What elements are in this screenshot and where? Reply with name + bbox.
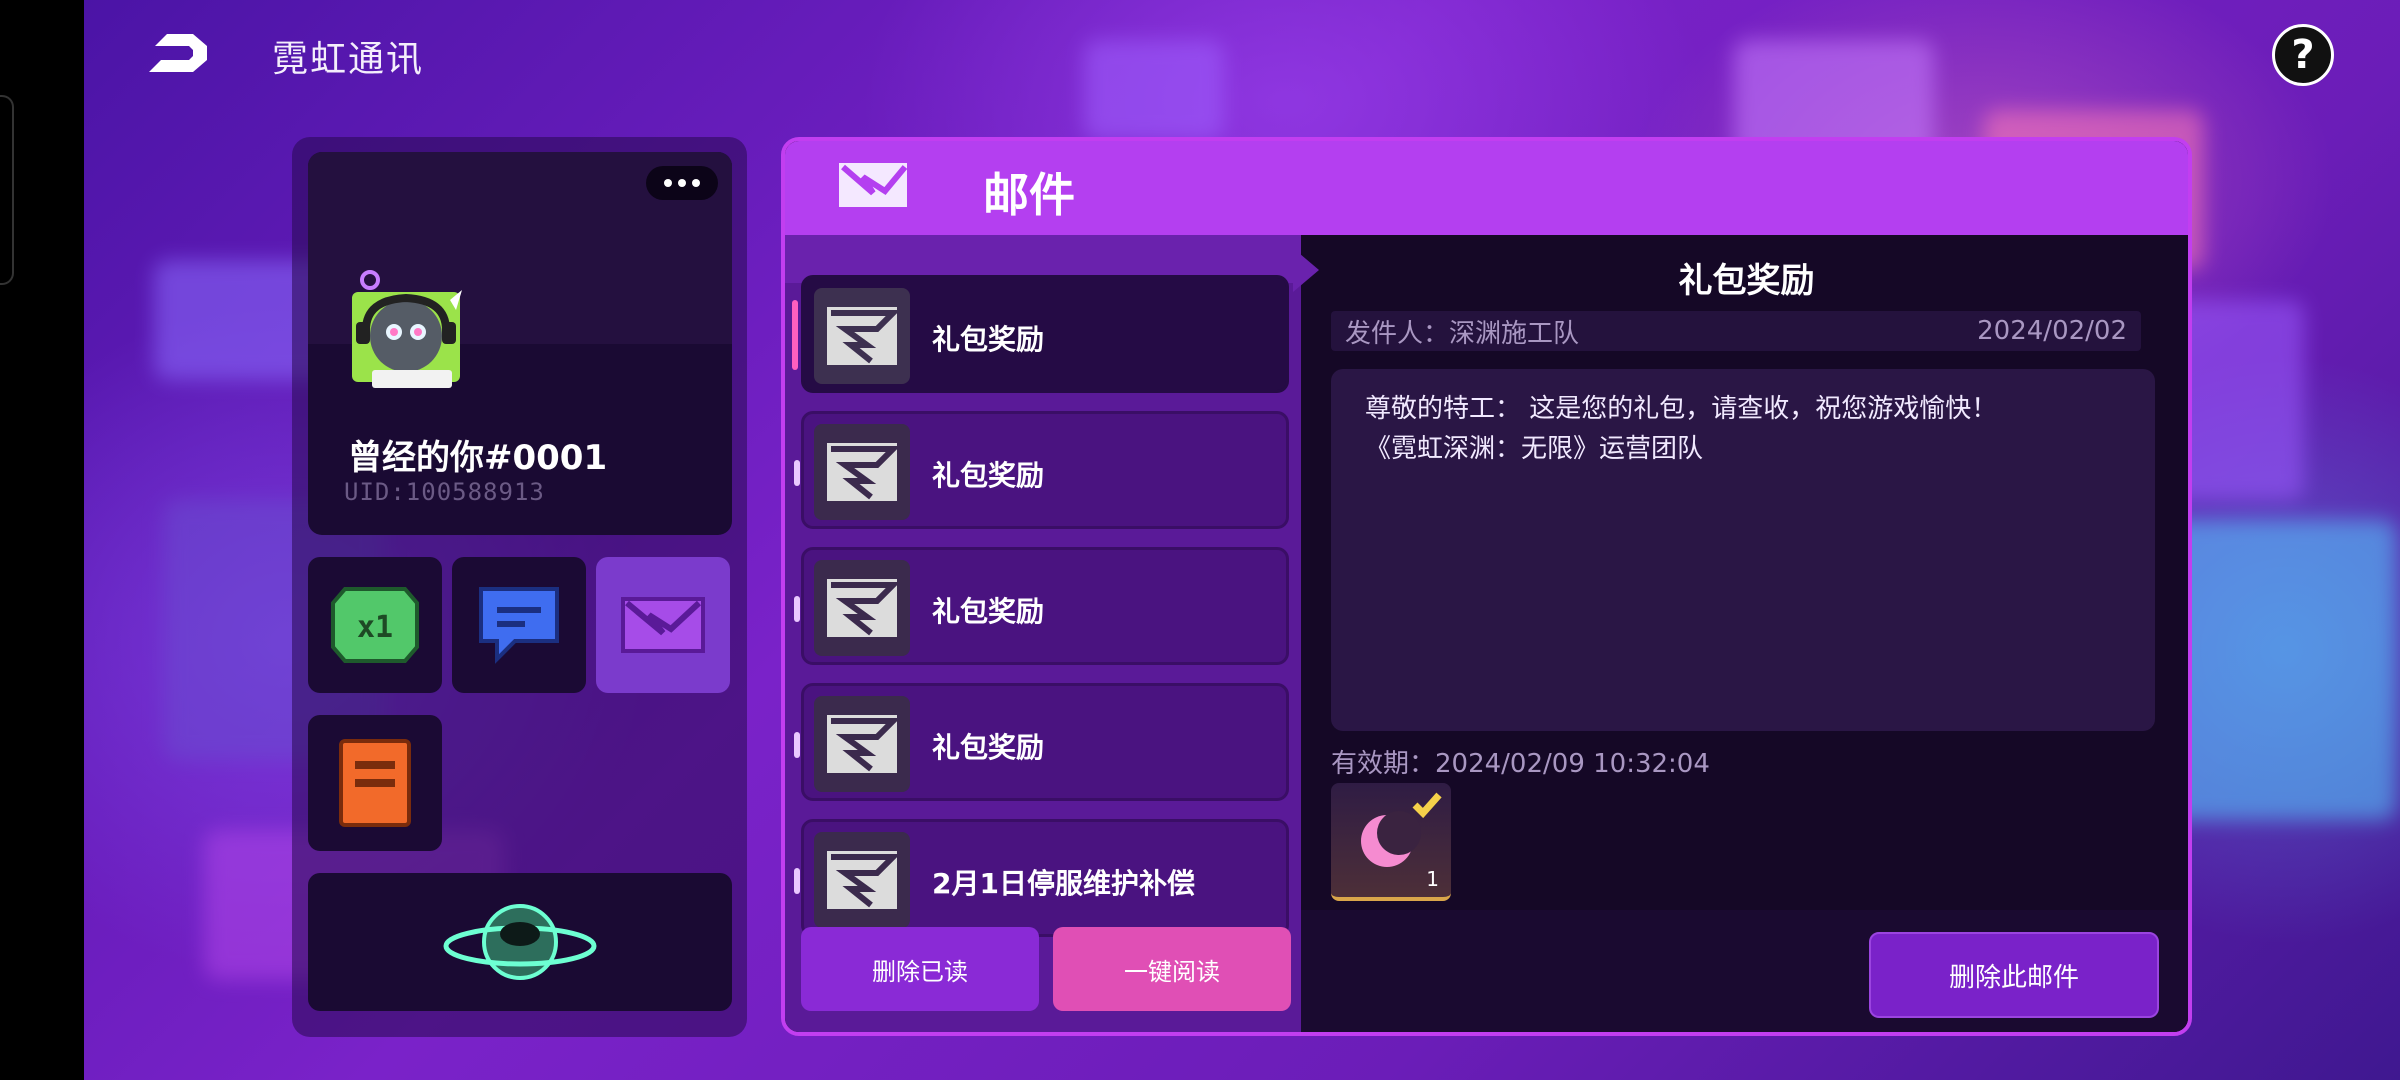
help-button[interactable]: ?: [2272, 24, 2334, 86]
envelope-icon: [827, 715, 901, 773]
mail-detail-footer: 删除此邮件: [1301, 910, 2188, 1032]
back-button[interactable]: [145, 30, 211, 76]
mail-list[interactable]: 礼包奖励 礼包奖励 礼包奖励 礼包奖励 2月1日停服维护补偿: [785, 235, 1301, 1036]
delete-read-button[interactable]: 删除已读: [801, 927, 1039, 1011]
mail-list-item[interactable]: 2月1日停服维护补偿: [794, 819, 1289, 937]
selected-marker: [792, 300, 798, 370]
device-edge: [0, 95, 14, 285]
read-all-button[interactable]: 一键阅读: [1053, 927, 1291, 1011]
mail-detail: 礼包奖励 发件人：深渊施工队 2024/02/02 尊敬的特工： 这是您的礼包，…: [1301, 235, 2188, 1032]
back-arrow-icon: [149, 34, 207, 72]
mail-icon: [621, 597, 705, 653]
svg-text:x1: x1: [357, 610, 393, 645]
selection-pointer: [1293, 248, 1319, 292]
mail-body-line: 尊敬的特工： 这是您的礼包，请查收，祝您游戏愉快！: [1365, 394, 1998, 424]
avatar[interactable]: [342, 270, 470, 398]
more-options-button[interactable]: [646, 166, 718, 200]
mail-item-label: 礼包奖励: [932, 731, 1045, 764]
profile-card[interactable]: 曾经的你#0001 UID:100588913: [308, 152, 732, 535]
background-blur: [1084, 40, 1224, 140]
planet-card[interactable]: [308, 873, 732, 1011]
mail-logo-icon: [839, 163, 908, 207]
mail-detail-title: 礼包奖励: [1678, 261, 1815, 301]
app-tile-mail[interactable]: [596, 557, 730, 693]
game-controller-icon: x1: [331, 587, 419, 663]
app-tile-game[interactable]: x1: [308, 557, 442, 693]
mail-thumbnail: [814, 696, 910, 792]
envelope-icon: [827, 307, 901, 365]
mail-date: 2024/02/02: [1977, 316, 2127, 346]
delete-mail-button[interactable]: 删除此邮件: [1869, 932, 2159, 1018]
mail-header: 邮件: [785, 141, 2188, 235]
mail-body-line: 《霓虹深渊：无限》运营团队: [1365, 434, 1704, 464]
mail-sender: 发件人：深渊施工队: [1345, 318, 1580, 349]
notebook-icon: [339, 739, 411, 827]
mail-expiry: 有效期：2024/02/09 10:32:04: [1331, 749, 1710, 779]
item-marker: [794, 460, 800, 486]
mail-item-label: 礼包奖励: [932, 595, 1045, 628]
mail-item-label: 2月1日停服维护补偿: [932, 867, 1195, 900]
mail-list-item[interactable]: 礼包奖励: [794, 411, 1289, 529]
sender-bar: 发件人：深渊施工队 2024/02/02: [1331, 311, 2141, 351]
mail-list-item[interactable]: 礼包奖励: [794, 683, 1289, 801]
mail-list-footer: [785, 1033, 1301, 1036]
mail-item-label: 礼包奖励: [932, 459, 1045, 492]
page-title: 霓虹通讯: [272, 39, 425, 80]
app-tile-notebook[interactable]: [308, 715, 442, 851]
mail-item-label: 礼包奖励: [932, 323, 1045, 356]
mail-header-title: 邮件: [983, 168, 1075, 222]
reward-item[interactable]: 1: [1331, 783, 1451, 901]
reward-count: 1: [1426, 867, 1439, 891]
item-marker: [794, 596, 800, 622]
background-blur: [2164, 520, 2396, 820]
envelope-icon: [827, 579, 901, 637]
envelope-icon: [827, 443, 901, 501]
mail-list-item[interactable]: 礼包奖励: [792, 275, 1289, 393]
mail-thumbnail: [814, 288, 910, 384]
app-tile-chat[interactable]: [452, 557, 586, 693]
question-icon: ?: [2291, 32, 2315, 78]
mail-thumbnail: [814, 832, 910, 928]
mail-list-item[interactable]: 礼包奖励: [794, 547, 1289, 665]
mail-thumbnail: [814, 560, 910, 656]
player-uid: UID:100588913: [344, 478, 545, 506]
mail-thumbnail: [814, 424, 910, 520]
chat-bubble-icon: [479, 587, 559, 664]
player-nickname: 曾经的你#0001: [348, 438, 608, 478]
envelope-icon: [827, 851, 901, 909]
planet-icon: [443, 904, 597, 980]
mail-window: 邮件 礼包奖励 礼包奖励 礼包奖励 礼包奖励 2月1日停服维护补偿 删除已读 一…: [781, 137, 2192, 1036]
item-marker: [794, 732, 800, 758]
mail-body: 尊敬的特工： 这是您的礼包，请查收，祝您游戏愉快！ 《霓虹深渊：无限》运营团队: [1331, 369, 2155, 731]
item-marker: [794, 868, 800, 894]
